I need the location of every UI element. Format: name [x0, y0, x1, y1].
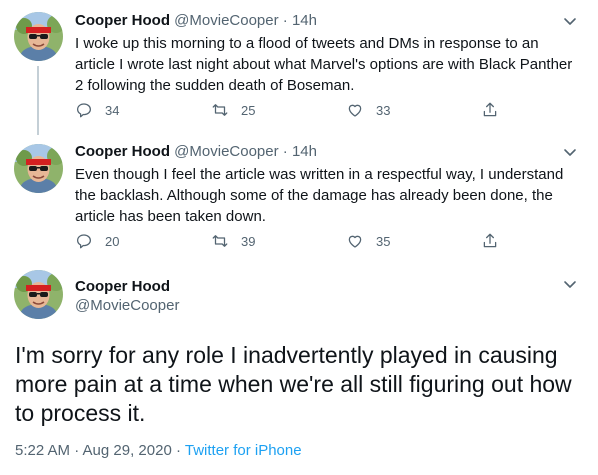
display-name[interactable]: Cooper Hood — [75, 143, 170, 160]
tweet-actions: 20 39 35 — [75, 232, 515, 252]
reply-icon — [76, 234, 92, 249]
avatar[interactable] — [14, 144, 63, 193]
avatar[interactable] — [14, 270, 63, 319]
retweet-icon — [212, 235, 228, 247]
retweet-count: 39 — [241, 233, 256, 249]
user-handle[interactable]: @MovieCooper — [174, 12, 278, 29]
reply-icon — [76, 103, 92, 118]
like-button[interactable]: 33 — [346, 101, 390, 119]
main-tweet-text: I'm sorry for any role I inadvertently p… — [15, 342, 572, 426]
chevron-down-icon[interactable] — [562, 13, 578, 29]
reply-button[interactable]: 34 — [75, 101, 119, 119]
like-button[interactable]: 35 — [346, 232, 390, 250]
reply-button[interactable]: 20 — [75, 232, 119, 250]
separator-dot: · — [282, 143, 288, 160]
tweet-time[interactable]: 14h — [292, 143, 317, 160]
thread-tweet-1[interactable]: Cooper Hood @MovieCooper · 14h I woke up… — [0, 0, 598, 135]
tweet-time[interactable]: 14h — [292, 12, 317, 29]
separator-dot: · — [282, 12, 288, 29]
like-count: 33 — [376, 102, 391, 118]
thread-tweet-2[interactable]: Cooper Hood @MovieCooper · 14h Even thou… — [0, 135, 598, 260]
retweet-icon — [212, 104, 228, 116]
share-icon — [483, 233, 497, 248]
tweet-meta: 5:22 AM · Aug 29, 2020 · Twitter for iPh… — [15, 441, 302, 461]
tweet-header: Cooper Hood @MovieCooper · 14h — [75, 142, 317, 162]
like-count: 35 — [376, 233, 391, 249]
heart-icon — [348, 104, 362, 117]
tweet-source-link[interactable]: Twitter for iPhone — [185, 442, 302, 459]
retweet-button[interactable]: 39 — [211, 232, 255, 250]
reply-count: 34 — [105, 102, 120, 118]
chevron-down-icon[interactable] — [562, 276, 578, 292]
chevron-down-icon[interactable] — [562, 144, 578, 160]
share-button[interactable] — [481, 232, 499, 250]
tweet-header: Cooper Hood @MovieCooper · 14h — [75, 11, 317, 31]
thread-connector-line — [37, 66, 39, 135]
user-handle[interactable]: @MovieCooper — [75, 296, 179, 316]
display-name[interactable]: Cooper Hood — [75, 277, 170, 297]
display-name[interactable]: Cooper Hood — [75, 12, 170, 29]
tweet-text: Even though I feel the article was writt… — [75, 166, 564, 225]
tweet-actions: 34 25 33 — [75, 101, 515, 121]
heart-icon — [348, 235, 362, 248]
avatar[interactable] — [14, 12, 63, 61]
share-icon — [483, 102, 497, 117]
reply-count: 20 — [105, 233, 120, 249]
tweet-timestamp[interactable]: 5:22 AM · Aug 29, 2020 — [15, 442, 172, 459]
tweet-text: I woke up this morning to a flood of twe… — [75, 35, 573, 94]
retweet-count: 25 — [241, 102, 256, 118]
retweet-button[interactable]: 25 — [211, 101, 255, 119]
user-handle[interactable]: @MovieCooper — [174, 143, 278, 160]
separator-dot: · — [171, 442, 185, 459]
share-button[interactable] — [481, 101, 499, 119]
